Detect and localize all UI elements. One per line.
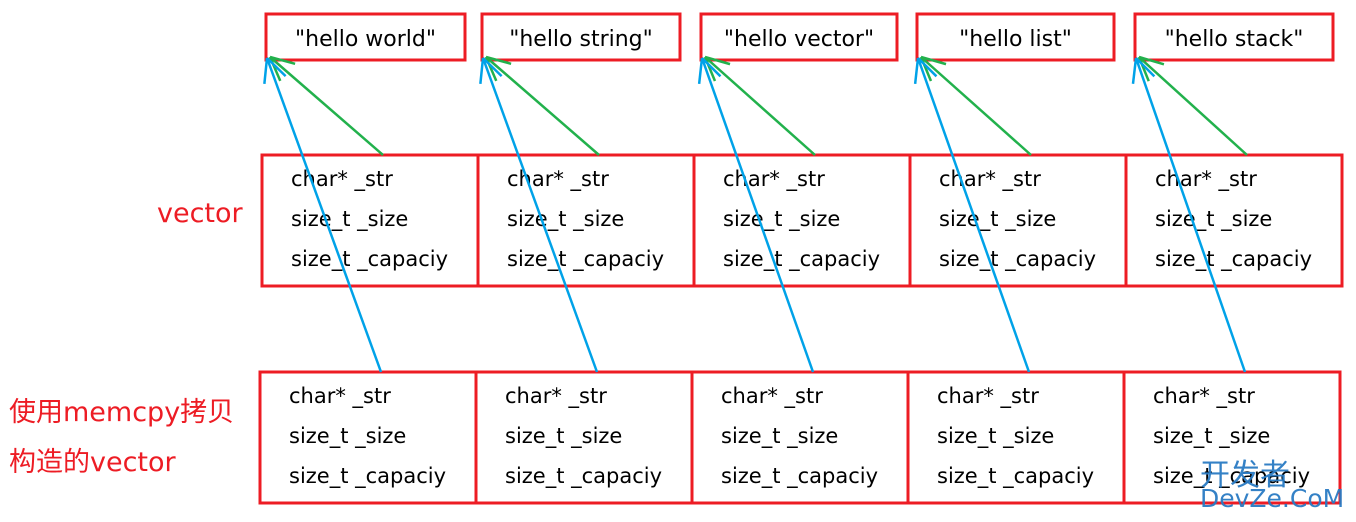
string-text: "hello list" (959, 27, 1072, 52)
copied-vector-field: char* _str (289, 384, 391, 409)
vector-field: char* _str (291, 167, 393, 192)
blue-arrow-head (697, 57, 704, 84)
green-arrow (920, 56, 1032, 156)
string-text: "hello string" (509, 27, 653, 52)
vector-field: char* _str (939, 167, 1041, 192)
blue-arrow-head (1131, 57, 1138, 84)
green-arrow (485, 56, 600, 156)
vector-field: size_t _size (939, 207, 1056, 232)
vector-field: size_t _capaciy (507, 247, 664, 272)
copied-vector-field: size_t _capaciy (289, 464, 446, 489)
vector-field: char* _str (723, 167, 825, 192)
vector-label: vector (157, 198, 243, 229)
copy-label-line2: 构造的vector (9, 447, 176, 478)
copied-vector-field: size_t _capaciy (937, 464, 1094, 489)
vector-field: char* _str (507, 167, 609, 192)
vector-field: char* _str (1155, 167, 1257, 192)
copy-label-line1: 使用memcpy拷贝 (9, 397, 235, 428)
diagram: "hello world" "hello string" "hello vector… (258, 12, 1344, 505)
copied-vector-field: size_t _size (289, 424, 406, 449)
copied-vector-field: size_t _size (937, 424, 1054, 449)
green-arrow (269, 56, 384, 156)
blue-arrow-head (913, 57, 920, 84)
vector-field: size_t _capaciy (1155, 247, 1312, 272)
copied-vector-field: size_t _capaciy (505, 464, 662, 489)
copied-vector-field: size_t _size (505, 424, 622, 449)
copied-vector-field: size_t _size (721, 424, 838, 449)
vector-field: size_t _size (1155, 207, 1272, 232)
string-text: "hello vector" (724, 27, 874, 52)
copied-vector-field: char* _str (937, 384, 1039, 409)
blue-arrow-head (479, 57, 485, 84)
copied-vector-field: char* _str (721, 384, 823, 409)
vector-field: size_t _size (291, 207, 408, 232)
blue-arrow-head (263, 57, 269, 84)
green-arrow (1138, 56, 1248, 156)
copied-vector-field: size_t _size (1153, 424, 1270, 449)
copied-vector-field: size_t _capaciy (721, 464, 878, 489)
vector-field: size_t _capaciy (291, 247, 448, 272)
vector-field: size_t _capaciy (939, 247, 1096, 272)
string-text: "hello world" (295, 27, 436, 52)
vector-field: size_t _size (723, 207, 840, 232)
vector-field: size_t _size (507, 207, 624, 232)
string-text: "hello stack" (1165, 27, 1304, 52)
vector-field: size_t _capaciy (723, 247, 880, 272)
watermark-en: DevZe.CoM (1200, 484, 1345, 513)
green-arrow (704, 56, 816, 156)
copied-vector-field: char* _str (505, 384, 607, 409)
copied-vector-field: char* _str (1153, 384, 1255, 409)
